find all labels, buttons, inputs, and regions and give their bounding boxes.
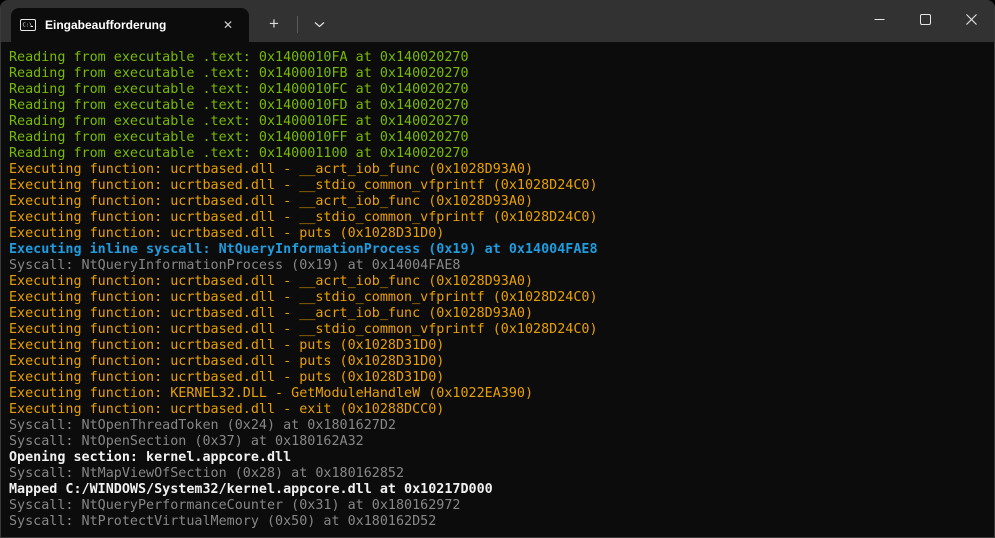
terminal-line: Executing function: ucrtbased.dll - __ac…	[9, 194, 990, 210]
tab-dropdown-button[interactable]	[304, 11, 334, 37]
terminal-line: Executing function: ucrtbased.dll - __st…	[9, 290, 990, 306]
new-tab-button[interactable]: +	[257, 11, 291, 37]
terminal-line: Executing function: ucrtbased.dll - puts…	[9, 370, 990, 386]
terminal-line: Executing function: ucrtbased.dll - __st…	[9, 178, 990, 194]
chevron-down-icon	[314, 15, 325, 33]
maximize-icon	[920, 12, 931, 30]
svg-text:C:\: C:\	[23, 23, 33, 29]
terminal-line: Reading from executable .text: 0x1400010…	[9, 98, 990, 114]
terminal-line: Reading from executable .text: 0x1400011…	[9, 146, 990, 162]
terminal-line: Opening section: kernel.appcore.dll	[9, 450, 990, 466]
terminal-line: Executing function: ucrtbased.dll - __ac…	[9, 274, 990, 290]
title-bar[interactable]: C:\ Eingabeaufforderung ✕ +	[1, 0, 994, 42]
tab-close-icon[interactable]: ✕	[219, 17, 237, 33]
terminal-line: Mapped C:/WINDOWS/System32/kernel.appcor…	[9, 482, 990, 498]
tab-eingabeaufforderung[interactable]: C:\ Eingabeaufforderung ✕	[11, 8, 249, 42]
terminal-line: Reading from executable .text: 0x1400010…	[9, 50, 990, 66]
terminal-line: Syscall: NtQueryInformationProcess (0x19…	[9, 258, 990, 274]
maximize-button[interactable]	[902, 0, 948, 42]
terminal-line: Executing function: ucrtbased.dll - puts…	[9, 338, 990, 354]
window-controls	[856, 0, 994, 42]
terminal-line: Executing function: ucrtbased.dll - __st…	[9, 322, 990, 338]
terminal-line: Syscall: NtOpenSection (0x37) at 0x18016…	[9, 434, 990, 450]
terminal-line: Executing inline syscall: NtQueryInforma…	[9, 242, 990, 258]
terminal-line: Executing function: KERNEL32.DLL - GetMo…	[9, 386, 990, 402]
close-button[interactable]	[948, 0, 994, 42]
minimize-button[interactable]	[856, 0, 902, 42]
terminal-line: Reading from executable .text: 0x1400010…	[9, 130, 990, 146]
terminal-window: C:\ Eingabeaufforderung ✕ +	[0, 0, 995, 538]
terminal-line: Executing function: ucrtbased.dll - __ac…	[9, 162, 990, 178]
cmd-window-icon: C:\	[20, 17, 36, 33]
minimize-icon	[874, 12, 885, 30]
terminal-line: Syscall: NtQueryPerformanceCounter (0x31…	[9, 498, 990, 514]
tabbar-divider	[297, 16, 298, 33]
terminal-line: Reading from executable .text: 0x1400010…	[9, 82, 990, 98]
close-icon	[966, 12, 977, 30]
tab-title: Eingabeaufforderung	[45, 18, 219, 32]
terminal-line: Executing function: ucrtbased.dll - __ac…	[9, 306, 990, 322]
terminal-line: Reading from executable .text: 0x1400010…	[9, 114, 990, 130]
terminal-output[interactable]: Reading from executable .text: 0x1400010…	[1, 42, 994, 537]
terminal-line: Syscall: NtProtectVirtualMemory (0x50) a…	[9, 514, 990, 530]
terminal-line: Executing function: ucrtbased.dll - exit…	[9, 402, 990, 418]
terminal-line: Executing function: ucrtbased.dll - __st…	[9, 210, 990, 226]
terminal-line: Executing function: ucrtbased.dll - puts…	[9, 354, 990, 370]
terminal-line: Syscall: NtMapViewOfSection (0x28) at 0x…	[9, 466, 990, 482]
terminal-line: Reading from executable .text: 0x1400010…	[9, 66, 990, 82]
terminal-line: Syscall: NtOpenThreadToken (0x24) at 0x1…	[9, 418, 990, 434]
terminal-line: Executing function: ucrtbased.dll - puts…	[9, 226, 990, 242]
